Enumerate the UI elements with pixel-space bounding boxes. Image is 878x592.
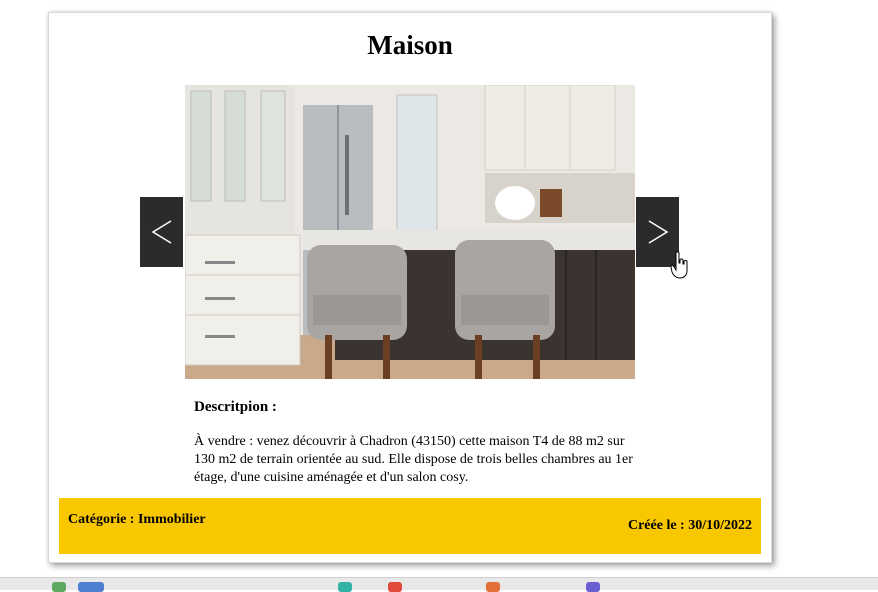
listing-footer: Catégorie : Immobilier Créée le : 30/10/… <box>59 498 761 554</box>
taskbar-app-icon[interactable] <box>486 582 500 592</box>
listing-photo <box>185 85 635 379</box>
description-heading: Descritpion : <box>194 399 277 415</box>
hand-cursor-icon <box>670 251 688 279</box>
taskbar <box>0 577 878 592</box>
taskbar-app-icon[interactable] <box>586 582 600 592</box>
chevron-left-icon <box>151 220 171 244</box>
taskbar-app-icon[interactable] <box>388 582 402 592</box>
taskbar-window-icon[interactable] <box>78 582 104 592</box>
listing-card: Maison Descritpion: À vendre: venez dé… <box>48 12 772 563</box>
chevron-right-icon <box>648 220 668 244</box>
description-text: À vendre : venez découvrir à Chadron (43… <box>194 434 633 485</box>
category-label: Catégorie : Immobilier <box>68 512 206 527</box>
carousel-prev-button[interactable] <box>140 197 183 267</box>
taskbar-app-icon[interactable] <box>338 582 352 592</box>
created-date: Créée le : 30/10/2022 <box>627 518 752 533</box>
listing-title: Maison <box>367 30 453 60</box>
taskbar-app-icon[interactable] <box>52 582 66 592</box>
